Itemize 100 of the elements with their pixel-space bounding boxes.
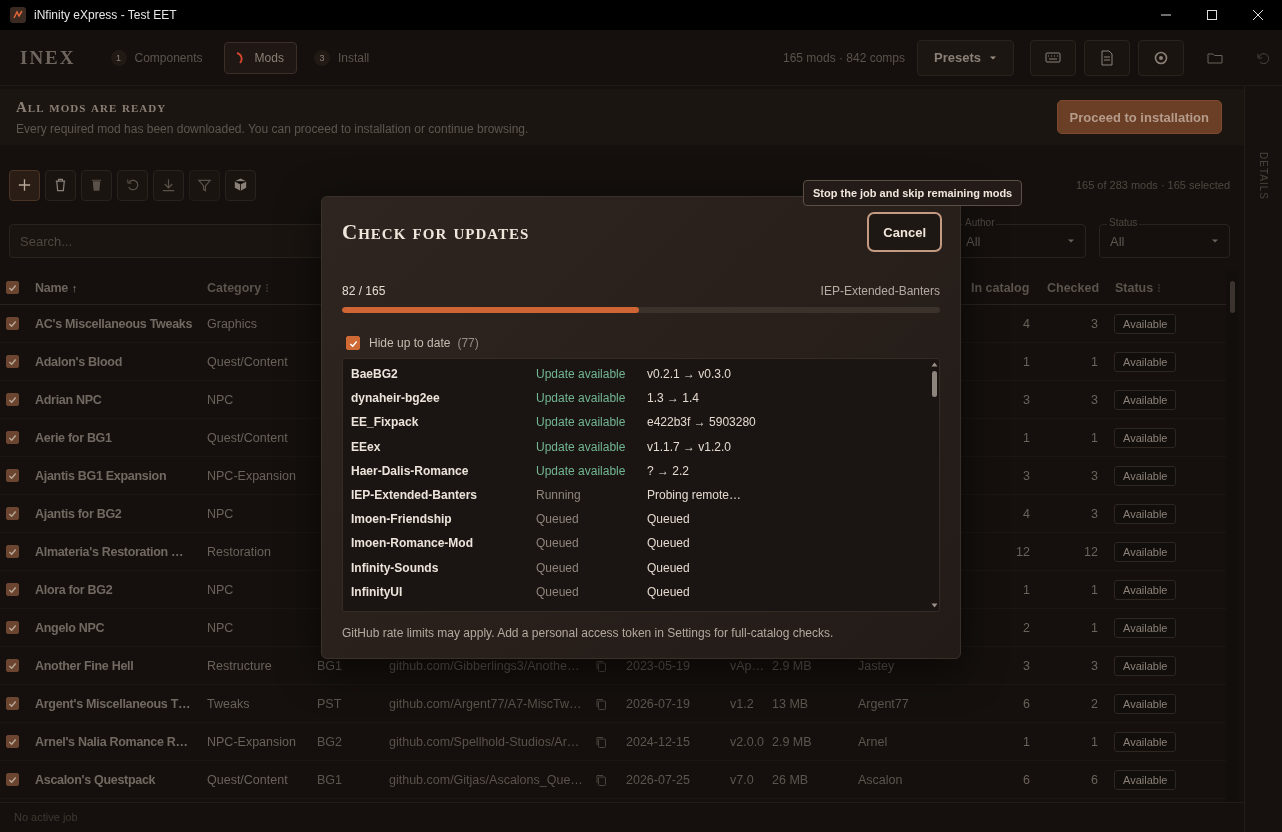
checked-count: 1	[1090, 354, 1099, 369]
maximize-icon[interactable]	[1206, 9, 1218, 21]
checkbox[interactable]	[6, 621, 19, 634]
step-tab[interactable]: Mods	[223, 41, 297, 74]
category-cell-text: Graphics	[207, 316, 259, 331]
checked-count: 3	[1090, 506, 1099, 521]
status-badge: Available	[1114, 503, 1177, 524]
presets-dropdown[interactable]: Presets	[917, 39, 1014, 76]
step-tab[interactable]: 1 Components	[101, 41, 216, 74]
category-cell-text: Restoration	[207, 544, 272, 559]
column-header[interactable]: Category	[207, 280, 262, 295]
column-header[interactable]: In catalog	[971, 280, 1030, 295]
catalog-count: 1	[1022, 430, 1031, 445]
checkbox[interactable]	[6, 431, 19, 444]
checkbox[interactable]	[6, 697, 19, 710]
caret-icon	[989, 54, 997, 61]
status-badge: Available	[1114, 731, 1177, 752]
checked-count: 12	[1083, 544, 1099, 559]
category-cell-text: Quest/Content	[207, 354, 289, 369]
author-cell: Ascalon	[858, 772, 903, 787]
dialog-title: Check for updates	[342, 219, 530, 245]
game-cell-text: BG1	[317, 658, 343, 673]
checkbox[interactable]	[6, 281, 19, 294]
check-icon	[7, 584, 18, 595]
checkbox[interactable]	[6, 393, 19, 406]
checkbox[interactable]	[6, 545, 19, 558]
app-logo: INEX	[20, 46, 76, 69]
version-cell-text: v2.0.0	[730, 734, 766, 749]
checkbox[interactable]	[6, 317, 19, 330]
scroll-down-icon	[930, 603, 938, 608]
checkbox[interactable]	[6, 469, 19, 482]
result-detail: v1.1.7 → v1.2.0	[647, 439, 732, 454]
mod-name: Alora for BG2	[35, 582, 114, 597]
result-detail: Queued	[647, 536, 690, 551]
catalog-count: 1	[1022, 734, 1031, 749]
category-cell-text: Tweaks	[207, 696, 251, 711]
version-cell-text: v1.2	[730, 696, 755, 711]
catalog-count: 6	[1022, 772, 1031, 787]
checked-count: 1	[1090, 734, 1099, 749]
check-icon	[7, 546, 18, 557]
package-button[interactable]	[225, 169, 256, 201]
checkbox[interactable]	[6, 583, 19, 596]
source-url[interactable]: github.com/Gitjas/Ascalons_Que…	[389, 772, 596, 787]
result-detail: Queued	[647, 584, 690, 599]
result-name: InfinityUI	[351, 584, 404, 599]
date-cell-text: 2026-07-25	[626, 772, 691, 787]
column-header[interactable]: Checked	[1047, 280, 1100, 295]
progress-count: 82 / 165	[342, 284, 386, 298]
check-icon	[7, 318, 18, 329]
checkbox[interactable]	[6, 773, 19, 786]
result-status: Update available	[536, 463, 627, 478]
proceed-button[interactable]: Proceed to installation	[1056, 100, 1222, 134]
status-badge: Available	[1114, 389, 1177, 410]
source-url[interactable]: github.com/Argent77/A7-MiscTw…	[389, 696, 596, 711]
checked-count: 1	[1090, 582, 1099, 597]
hidden-count: (77)	[457, 336, 479, 350]
filter-button[interactable]	[189, 169, 220, 201]
settings-button[interactable]	[1138, 39, 1184, 76]
delete-button[interactable]	[45, 169, 76, 201]
result-status: Queued	[536, 536, 580, 551]
source-url[interactable]: github.com/Spellhold-Studios/Ar…	[389, 734, 596, 749]
caret-icon	[1067, 238, 1075, 244]
game-cell-text: BG2	[317, 734, 343, 749]
caret-icon	[1211, 238, 1219, 244]
step-tab[interactable]: 3 Install	[304, 41, 383, 74]
download-icon	[160, 176, 177, 194]
result-name: Infinity-Sounds	[351, 560, 440, 575]
banner-title: All mods are ready	[16, 98, 168, 116]
checkbox[interactable]	[6, 659, 19, 672]
status-badge: Available	[1114, 465, 1177, 486]
mod-name: AC's Miscellaneous Tweaks	[35, 316, 194, 331]
checkbox[interactable]	[6, 507, 19, 520]
cancel-button[interactable]: Cancel	[867, 212, 942, 252]
catalog-count: 2	[1022, 620, 1031, 635]
result-detail: Queued	[647, 512, 690, 527]
checkbox[interactable]	[346, 336, 360, 350]
checkbox[interactable]	[6, 355, 19, 368]
catalog-count: 1	[1022, 354, 1031, 369]
sort-handle-icon[interactable]	[1157, 282, 1162, 293]
clear-button[interactable]	[81, 169, 112, 201]
checkbox[interactable]	[6, 735, 19, 748]
scroll-thumb[interactable]	[1229, 281, 1235, 313]
checkbox-label: Hide up to date	[369, 336, 451, 350]
sort-handle-icon[interactable]	[265, 282, 270, 293]
column-header[interactable]: Status	[1115, 280, 1154, 295]
add-button[interactable]	[9, 169, 40, 201]
catalog-count: 6	[1022, 696, 1031, 711]
mod-name: Argent's Miscellaneous T…	[35, 696, 192, 711]
mod-name: Adalon's Blood	[35, 354, 123, 369]
catalog-count: 1	[1022, 582, 1031, 597]
column-header[interactable]: Name	[35, 280, 68, 295]
cube-icon	[232, 176, 249, 194]
status-badge: Available	[1114, 351, 1177, 372]
scroll-thumb[interactable]	[931, 371, 937, 397]
mod-name: Ascalon's Questpack	[35, 772, 157, 787]
sort-indicator[interactable]: ↑	[71, 281, 78, 294]
game-cell-text: PST	[317, 696, 343, 711]
spinner-icon	[235, 51, 244, 64]
step-number: 1	[110, 49, 127, 66]
close-icon[interactable]	[1252, 9, 1264, 21]
